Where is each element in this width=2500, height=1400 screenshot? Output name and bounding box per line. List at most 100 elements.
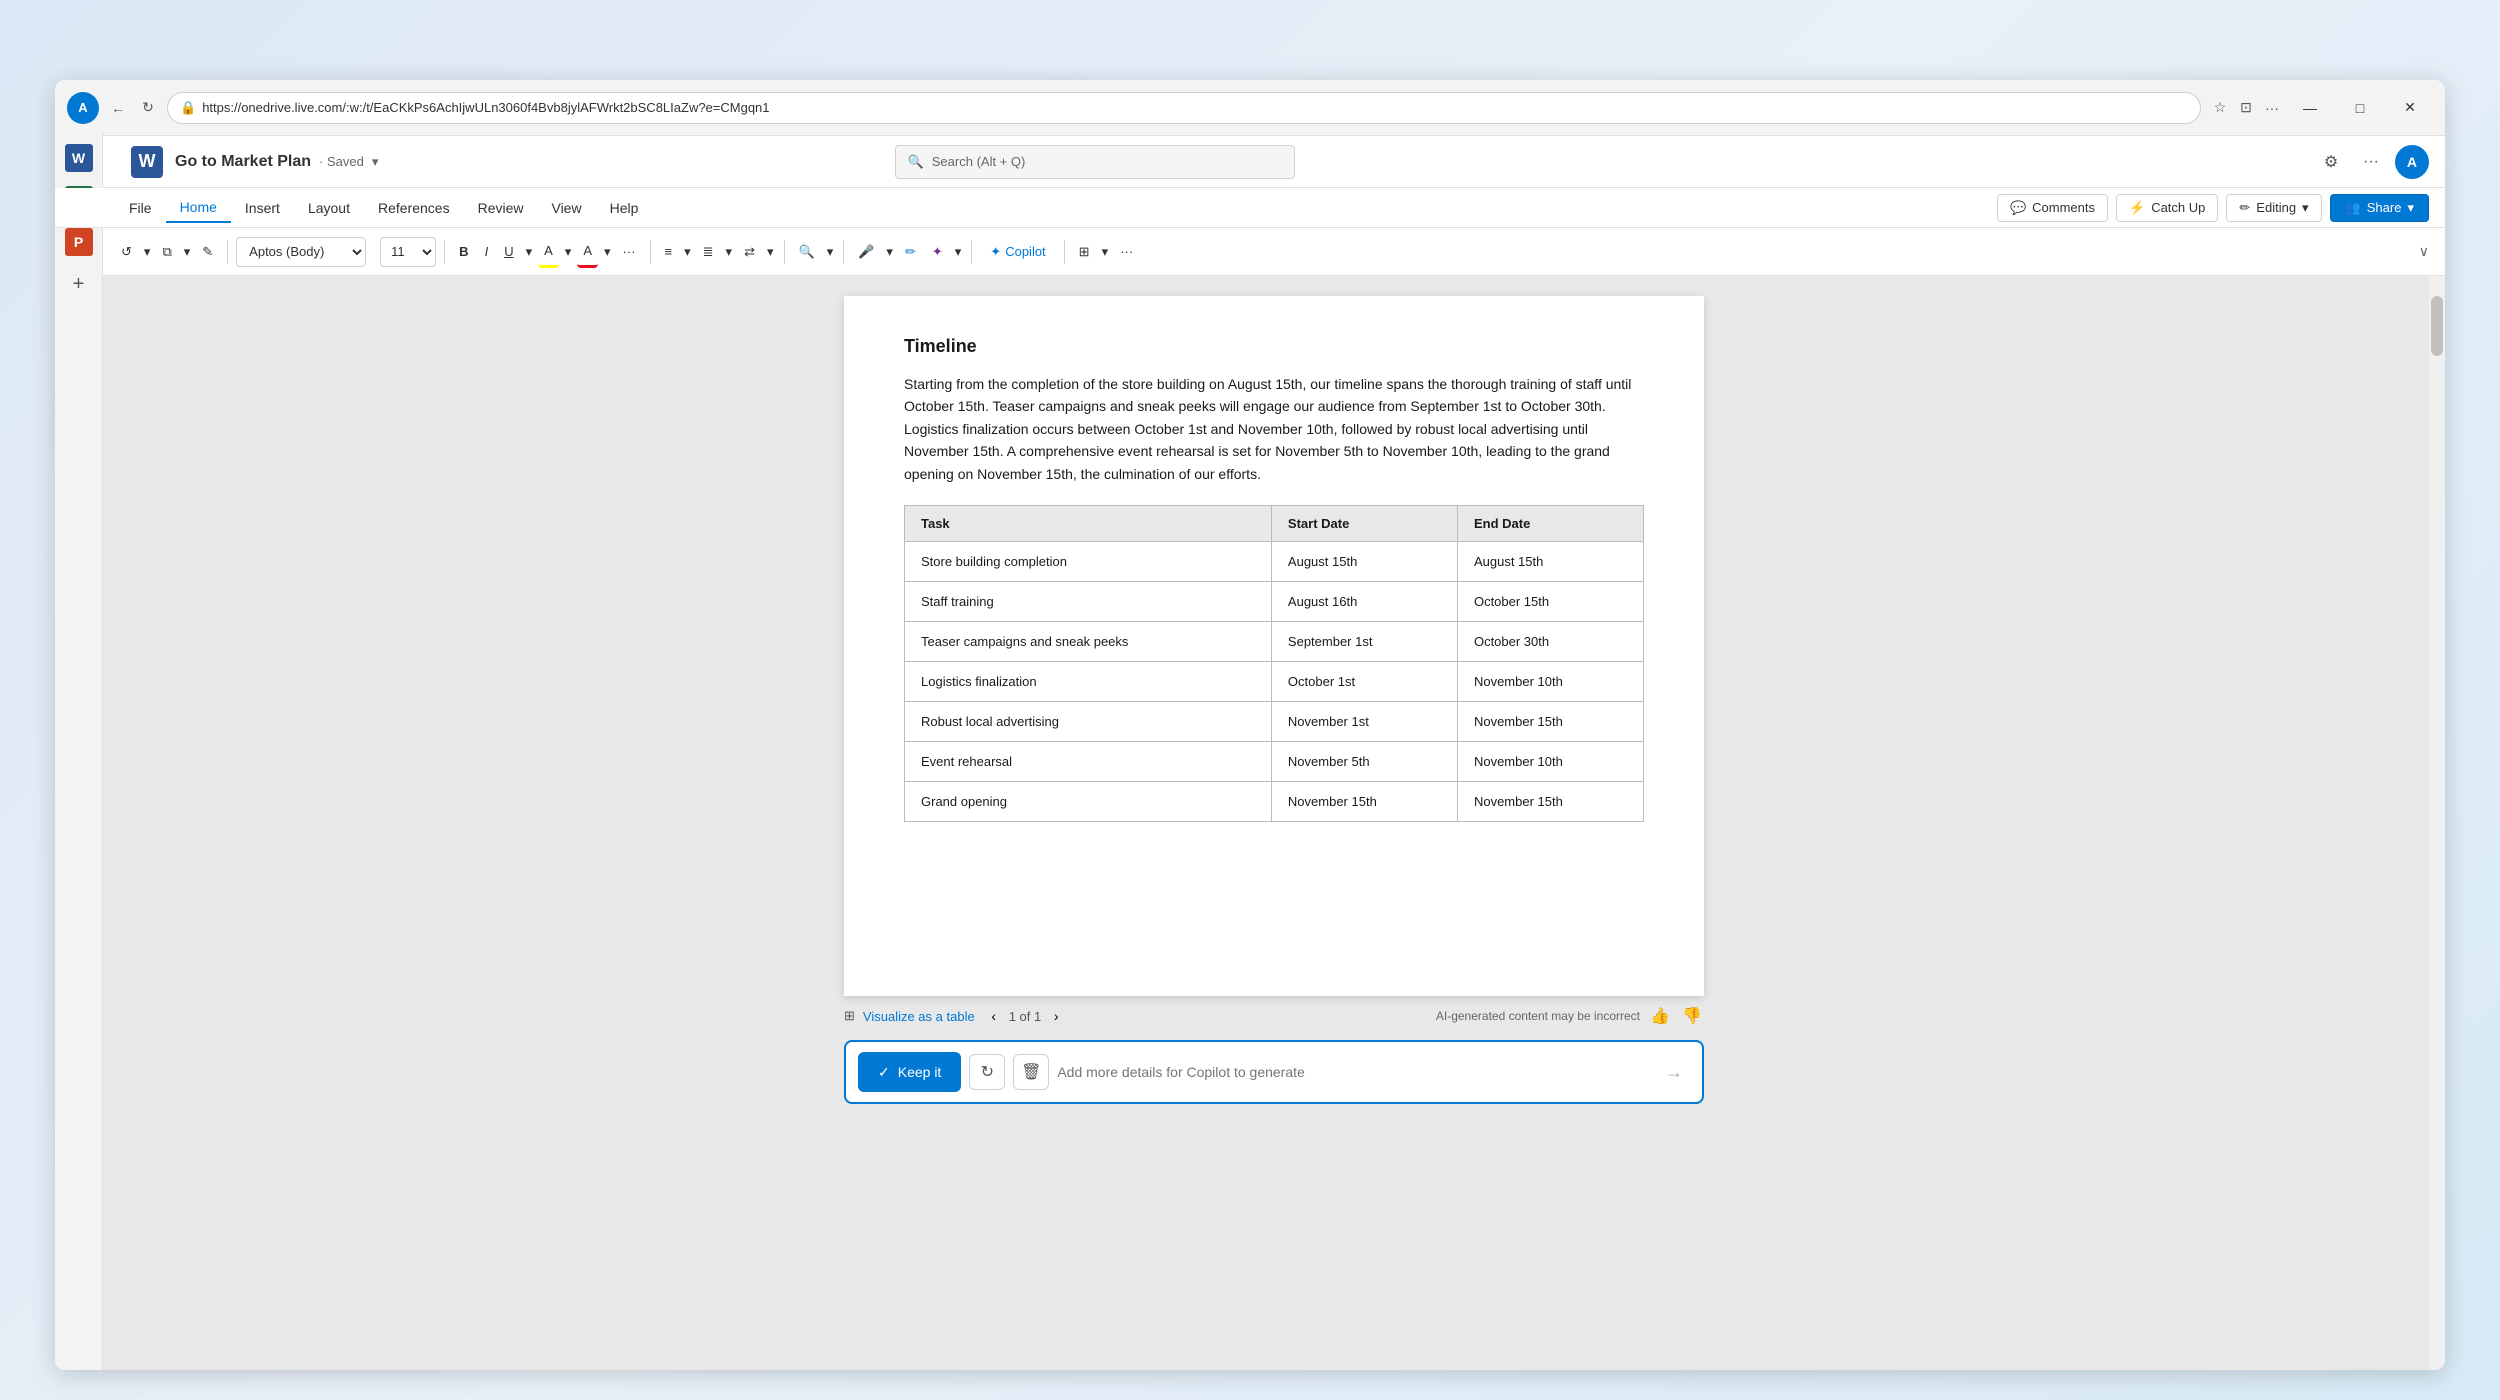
keep-label: Keep it [898,1064,942,1080]
separator-3 [650,240,651,264]
bold-button[interactable]: B [453,236,474,268]
editor-button[interactable]: ✏ [899,236,922,268]
designer-button[interactable]: ✦ [926,236,949,268]
ppt-app-button[interactable]: P [61,224,97,260]
underline-button[interactable]: U [498,236,519,268]
overflow-button[interactable]: ··· [1114,236,1139,268]
clipboard-dropdown[interactable]: ▾ [182,236,193,268]
col-task: Task [905,505,1272,541]
settings-button[interactable]: ⚙ [2315,146,2347,178]
browser-more-button[interactable]: ··· [2261,97,2283,119]
table-cell-end: October 15th [1457,581,1643,621]
table-cell-task: Logistics finalization [905,661,1272,701]
regenerate-button[interactable]: ↻ [969,1054,1005,1090]
editing-icon: ✏ [2239,200,2250,216]
menu-help[interactable]: Help [596,194,653,222]
table-cell-start: November 1st [1271,701,1457,741]
share-button[interactable]: 👥 Share ▾ [2330,194,2429,222]
table-dropdown[interactable]: ▾ [1100,236,1111,268]
menu-insert[interactable]: Insert [231,194,294,222]
thumbs-up-button[interactable]: 👍 [1648,1004,1672,1028]
table-row: Robust local advertisingNovember 1stNove… [905,701,1644,741]
table-cell-end: November 15th [1457,781,1643,821]
add-app-button[interactable]: + [61,266,97,302]
dictate-dropdown[interactable]: ▾ [884,236,895,268]
bullets-dropdown[interactable]: ▾ [682,236,693,268]
align-button[interactable]: ≣ [697,236,720,268]
table-cell-start: September 1st [1271,621,1457,661]
scrollbar-thumb[interactable] [2431,296,2443,356]
refresh-button[interactable]: ↻ [137,97,159,119]
table-cell-end: November 10th [1457,661,1643,701]
keep-button[interactable]: ✓ Keep it [858,1052,961,1092]
find-replace-button[interactable]: 🔍 [793,236,821,268]
highlight-dropdown[interactable]: ▾ [563,236,574,268]
menu-file[interactable]: File [115,194,166,222]
search-icon: 🔍 [908,154,924,170]
text-direction-dropdown[interactable]: ▾ [765,236,776,268]
maximize-button[interactable]: □ [2337,92,2383,124]
font-color-button[interactable]: A [577,236,598,268]
delete-button[interactable]: 🗑 [1013,1054,1049,1090]
table-layout-button[interactable]: ⊞ [1073,236,1096,268]
saved-dropdown[interactable]: ▾ [372,154,379,170]
close-button[interactable]: ✕ [2387,92,2433,124]
next-page-button[interactable]: › [1045,1005,1067,1027]
menu-references[interactable]: References [364,194,464,222]
prev-page-button[interactable]: ‹ [983,1005,1005,1027]
clipboard-button[interactable]: ⧉ [156,236,177,268]
menu-layout[interactable]: Layout [294,194,364,222]
user-avatar-button[interactable]: A [2395,145,2429,179]
more-options-button[interactable]: ··· [2355,146,2387,178]
send-button[interactable]: → [1658,1056,1690,1088]
align-dropdown[interactable]: ▾ [724,236,735,268]
favorites-button[interactable]: ☆ [2209,97,2231,119]
comments-button[interactable]: 💬 Comments [1997,194,2108,222]
highlight-button[interactable]: A [538,236,559,268]
catchup-button[interactable]: ⚡ Catch Up [2116,194,2218,222]
share-chevron-icon: ▾ [2407,200,2414,216]
thumbs-down-button[interactable]: 👎 [1680,1004,1704,1028]
more-format-button[interactable]: ··· [617,236,642,268]
menu-home[interactable]: Home [166,193,231,223]
font-size-selector[interactable]: 11 [380,237,436,267]
copilot-button[interactable]: ✦ Copilot [980,236,1055,268]
app-search-bar[interactable]: 🔍 Search (Alt + Q) [895,145,1295,179]
dictate-button[interactable]: 🎤 [852,236,880,268]
visualize-label[interactable]: Visualize as a table [863,1009,975,1024]
col-start-date: Start Date [1271,505,1457,541]
copilot-input[interactable] [1057,1064,1650,1080]
menu-view[interactable]: View [537,194,595,222]
ai-toolbar-right: AI-generated content may be incorrect 👍 … [1436,1004,1704,1028]
address-bar[interactable]: 🔒 https://onedrive.live.com/:w:/t/EaCKkP… [167,92,2201,124]
back-button[interactable]: ← [107,97,129,119]
designer-dropdown[interactable]: ▾ [953,236,964,268]
comments-label: Comments [2032,200,2095,215]
format-painter-button[interactable]: ✎ [196,236,219,268]
italic-button[interactable]: I [479,236,495,268]
share-icon: 👥 [2345,200,2361,216]
menu-review[interactable]: Review [464,194,538,222]
font-color-dropdown[interactable]: ▾ [602,236,613,268]
format-bar: ↺ ▾ ⧉ ▾ ✎ Aptos (Body) 11 B I U ▾ A ▾ A … [55,228,2445,276]
font-selector[interactable]: Aptos (Body) [236,237,366,267]
editing-button[interactable]: ✏ Editing ▾ [2226,194,2321,222]
share-label: Share [2367,200,2402,215]
doc-title: Go to Market Plan [175,153,311,171]
minimize-button[interactable]: — [2287,92,2333,124]
undo-dropdown[interactable]: ▾ [142,236,153,268]
undo-button[interactable]: ↺ [115,236,138,268]
find-dropdown[interactable]: ▾ [825,236,836,268]
bullets-button[interactable]: ≡ [659,236,679,268]
comments-icon: 💬 [2010,200,2026,216]
scrollbar-track [2429,276,2445,1370]
table-cell-task: Teaser campaigns and sneak peeks [905,621,1272,661]
collections-button[interactable]: ⊡ [2235,97,2257,119]
word-icon: W [65,144,93,172]
word-app-button[interactable]: W [61,140,97,176]
table-row: Teaser campaigns and sneak peeksSeptembe… [905,621,1644,661]
ribbon-expand-arrow[interactable]: ∨ [2419,243,2429,260]
text-direction-button[interactable]: ⇄ [738,236,761,268]
table-cell-task: Robust local advertising [905,701,1272,741]
underline-dropdown[interactable]: ▾ [524,236,535,268]
